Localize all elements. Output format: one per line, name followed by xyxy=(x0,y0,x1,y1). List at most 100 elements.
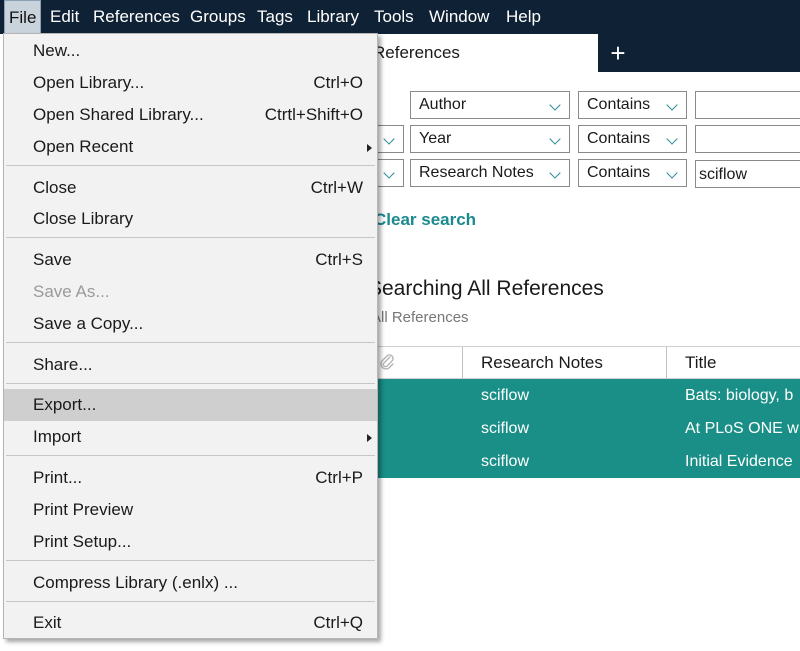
chevron-down-icon xyxy=(549,99,561,111)
menu-library[interactable]: Library xyxy=(307,0,359,34)
submenu-arrow-icon xyxy=(367,144,372,152)
menu-item-label: Exit xyxy=(33,613,62,632)
search-operator-select-1[interactable]: Contains xyxy=(578,91,687,119)
menu-tags[interactable]: Tags xyxy=(257,0,293,34)
menu-item-close-library[interactable]: Close Library xyxy=(4,203,377,235)
menu-item-shortcut: Ctrl+S xyxy=(315,250,363,269)
menu-item-open-library[interactable]: Open Library... Ctrl+O xyxy=(4,67,377,99)
search-field-select-2[interactable]: Year xyxy=(410,125,570,153)
menu-item-label: Export... xyxy=(33,395,97,414)
menu-groups[interactable]: Groups xyxy=(190,0,246,34)
menu-file[interactable]: File xyxy=(4,0,42,34)
column-divider xyxy=(462,347,463,378)
submenu-arrow-icon xyxy=(367,434,372,442)
search-value-input-3[interactable]: sciflow xyxy=(695,160,800,188)
menu-item-label: Print... xyxy=(33,468,83,487)
menu-item-label: Compress Library (.enlx) ... xyxy=(33,573,238,592)
results-table-body: sciflow Bats: biology, b sciflow At PLoS… xyxy=(340,379,800,478)
menu-item-shortcut: Ctrl+Q xyxy=(313,613,363,632)
search-operator-select-2[interactable]: Contains xyxy=(578,125,687,153)
menu-item-label: Print Setup... xyxy=(33,532,132,551)
column-divider xyxy=(666,347,667,378)
menu-item-label: Save xyxy=(33,250,72,269)
table-header: Research Notes Title xyxy=(340,346,800,379)
menu-separator xyxy=(6,601,375,602)
add-tab-button[interactable]: + xyxy=(604,34,632,72)
menu-item-label: Close Library xyxy=(33,209,134,228)
menu-item-save[interactable]: Save Ctrl+S xyxy=(4,244,377,276)
paperclip-icon[interactable] xyxy=(378,353,396,371)
results-title: Searching All References xyxy=(368,277,604,300)
table-row[interactable]: sciflow Bats: biology, b xyxy=(340,379,800,412)
menu-item-label: Open Shared Library... xyxy=(33,105,204,124)
menu-item-close[interactable]: Close Ctrl+W xyxy=(4,172,377,204)
menu-separator xyxy=(6,383,375,384)
table-row[interactable]: sciflow At PLoS ONE w xyxy=(340,412,800,445)
menu-item-open-shared-library[interactable]: Open Shared Library... Ctrtl+Shift+O xyxy=(4,99,377,131)
chevron-down-icon xyxy=(549,167,561,179)
menu-item-exit[interactable]: Exit Ctrl+Q xyxy=(4,607,377,639)
chevron-down-icon xyxy=(549,133,561,145)
menu-item-label: Save As... xyxy=(33,282,110,301)
menu-item-label: New... xyxy=(33,41,81,60)
tab-references-label: References xyxy=(373,43,460,62)
menu-window[interactable]: Window xyxy=(429,0,489,34)
menu-item-label: Open Recent xyxy=(33,137,134,156)
chevron-down-icon xyxy=(666,167,678,179)
menu-item-print-setup[interactable]: Print Setup... xyxy=(4,526,377,558)
menu-help[interactable]: Help xyxy=(506,0,541,34)
menu-item-shortcut: Ctrl+O xyxy=(313,73,363,92)
menu-item-new[interactable]: New... xyxy=(4,35,377,67)
menu-item-print[interactable]: Print... Ctrl+P xyxy=(4,462,377,494)
results-subtitle: All References xyxy=(371,309,469,326)
cell-research-notes: sciflow xyxy=(481,387,530,404)
menu-bar: File Edit References Groups Tags Library… xyxy=(0,0,800,34)
chevron-down-icon xyxy=(383,167,395,179)
file-menu-dropdown: New... Open Library... Ctrl+O Open Shared… xyxy=(3,33,378,639)
menu-item-shortcut: Ctrtl+Shift+O xyxy=(264,105,363,124)
chevron-down-icon xyxy=(383,133,395,145)
menu-item-label: Close xyxy=(33,178,77,197)
cell-title: At PLoS ONE w xyxy=(685,420,799,437)
cell-research-notes: sciflow xyxy=(481,420,530,437)
cell-title: Initial Evidence xyxy=(685,453,793,470)
menu-item-label: Open Library... xyxy=(33,73,145,92)
menu-item-shortcut: Ctrl+P xyxy=(315,468,363,487)
menu-item-save-a-copy[interactable]: Save a Copy... xyxy=(4,308,377,340)
menu-item-label: Save a Copy... xyxy=(33,314,144,333)
menu-references[interactable]: References xyxy=(93,0,180,34)
search-field-select-1[interactable]: Author xyxy=(410,91,570,119)
search-operator-select-3[interactable]: Contains xyxy=(578,159,687,187)
menu-separator xyxy=(6,342,375,343)
menu-edit[interactable]: Edit xyxy=(50,0,79,34)
search-value-input-2[interactable] xyxy=(695,125,800,153)
menu-item-open-recent[interactable]: Open Recent xyxy=(4,131,377,163)
menu-separator xyxy=(6,560,375,561)
search-field-value: Year xyxy=(419,130,452,147)
menu-item-print-preview[interactable]: Print Preview xyxy=(4,494,377,526)
menu-item-label: Import xyxy=(33,427,82,446)
menu-item-label: Share... xyxy=(33,355,93,374)
menu-item-shortcut: Ctrl+W xyxy=(310,178,363,197)
column-title[interactable]: Title xyxy=(685,347,717,378)
search-field-select-3[interactable]: Research Notes xyxy=(410,159,570,187)
search-operator-value: Contains xyxy=(587,96,651,113)
menu-separator xyxy=(6,455,375,456)
menu-tools[interactable]: Tools xyxy=(374,0,414,34)
cell-title: Bats: biology, b xyxy=(685,387,794,404)
search-field-value: Research Notes xyxy=(419,164,534,181)
menu-item-save-as: Save As... xyxy=(4,276,377,308)
chevron-down-icon xyxy=(666,133,678,145)
menu-item-label: Print Preview xyxy=(33,500,134,519)
chevron-down-icon xyxy=(666,99,678,111)
column-research-notes[interactable]: Research Notes xyxy=(481,347,603,378)
search-value-input-1[interactable] xyxy=(695,91,800,119)
menu-item-import[interactable]: Import xyxy=(4,421,377,453)
menu-item-compress-library[interactable]: Compress Library (.enlx) ... xyxy=(4,567,377,599)
menu-item-share[interactable]: Share... xyxy=(4,349,377,381)
menu-separator xyxy=(6,165,375,166)
menu-item-export[interactable]: Export... xyxy=(4,389,377,421)
menu-separator xyxy=(6,237,375,238)
clear-search-link[interactable]: Clear search xyxy=(374,210,476,230)
table-row[interactable]: sciflow Initial Evidence xyxy=(340,445,800,478)
